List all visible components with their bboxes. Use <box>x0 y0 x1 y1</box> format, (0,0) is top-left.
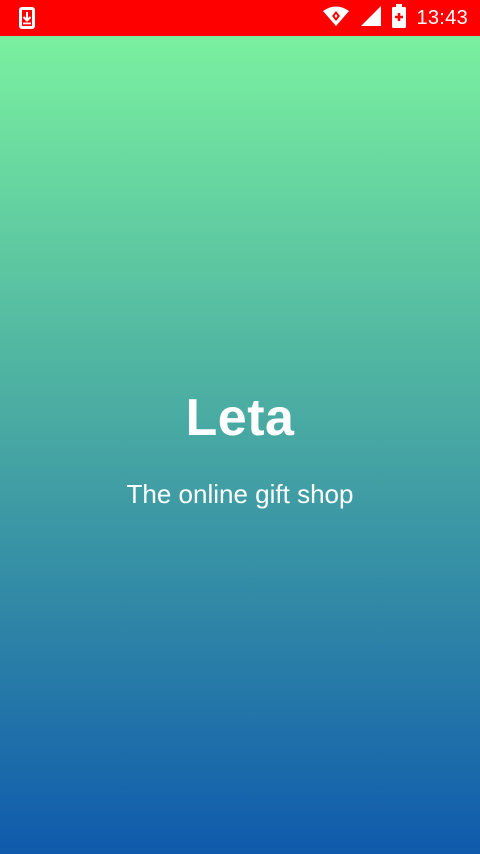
splash-screen: Leta The online gift shop <box>0 36 480 854</box>
battery-icon <box>392 3 407 33</box>
wifi-icon <box>322 5 350 32</box>
status-time: 13:43 <box>416 7 468 29</box>
signal-icon <box>360 5 382 32</box>
download-notification-icon <box>18 6 36 30</box>
status-indicators: 13:43 <box>322 0 468 36</box>
app-screen: 13:43 Leta The online gift shop <box>0 0 480 854</box>
status-bar: 13:43 <box>0 0 480 36</box>
app-title: Leta <box>185 389 295 447</box>
app-tagline: The online gift shop <box>126 479 354 509</box>
